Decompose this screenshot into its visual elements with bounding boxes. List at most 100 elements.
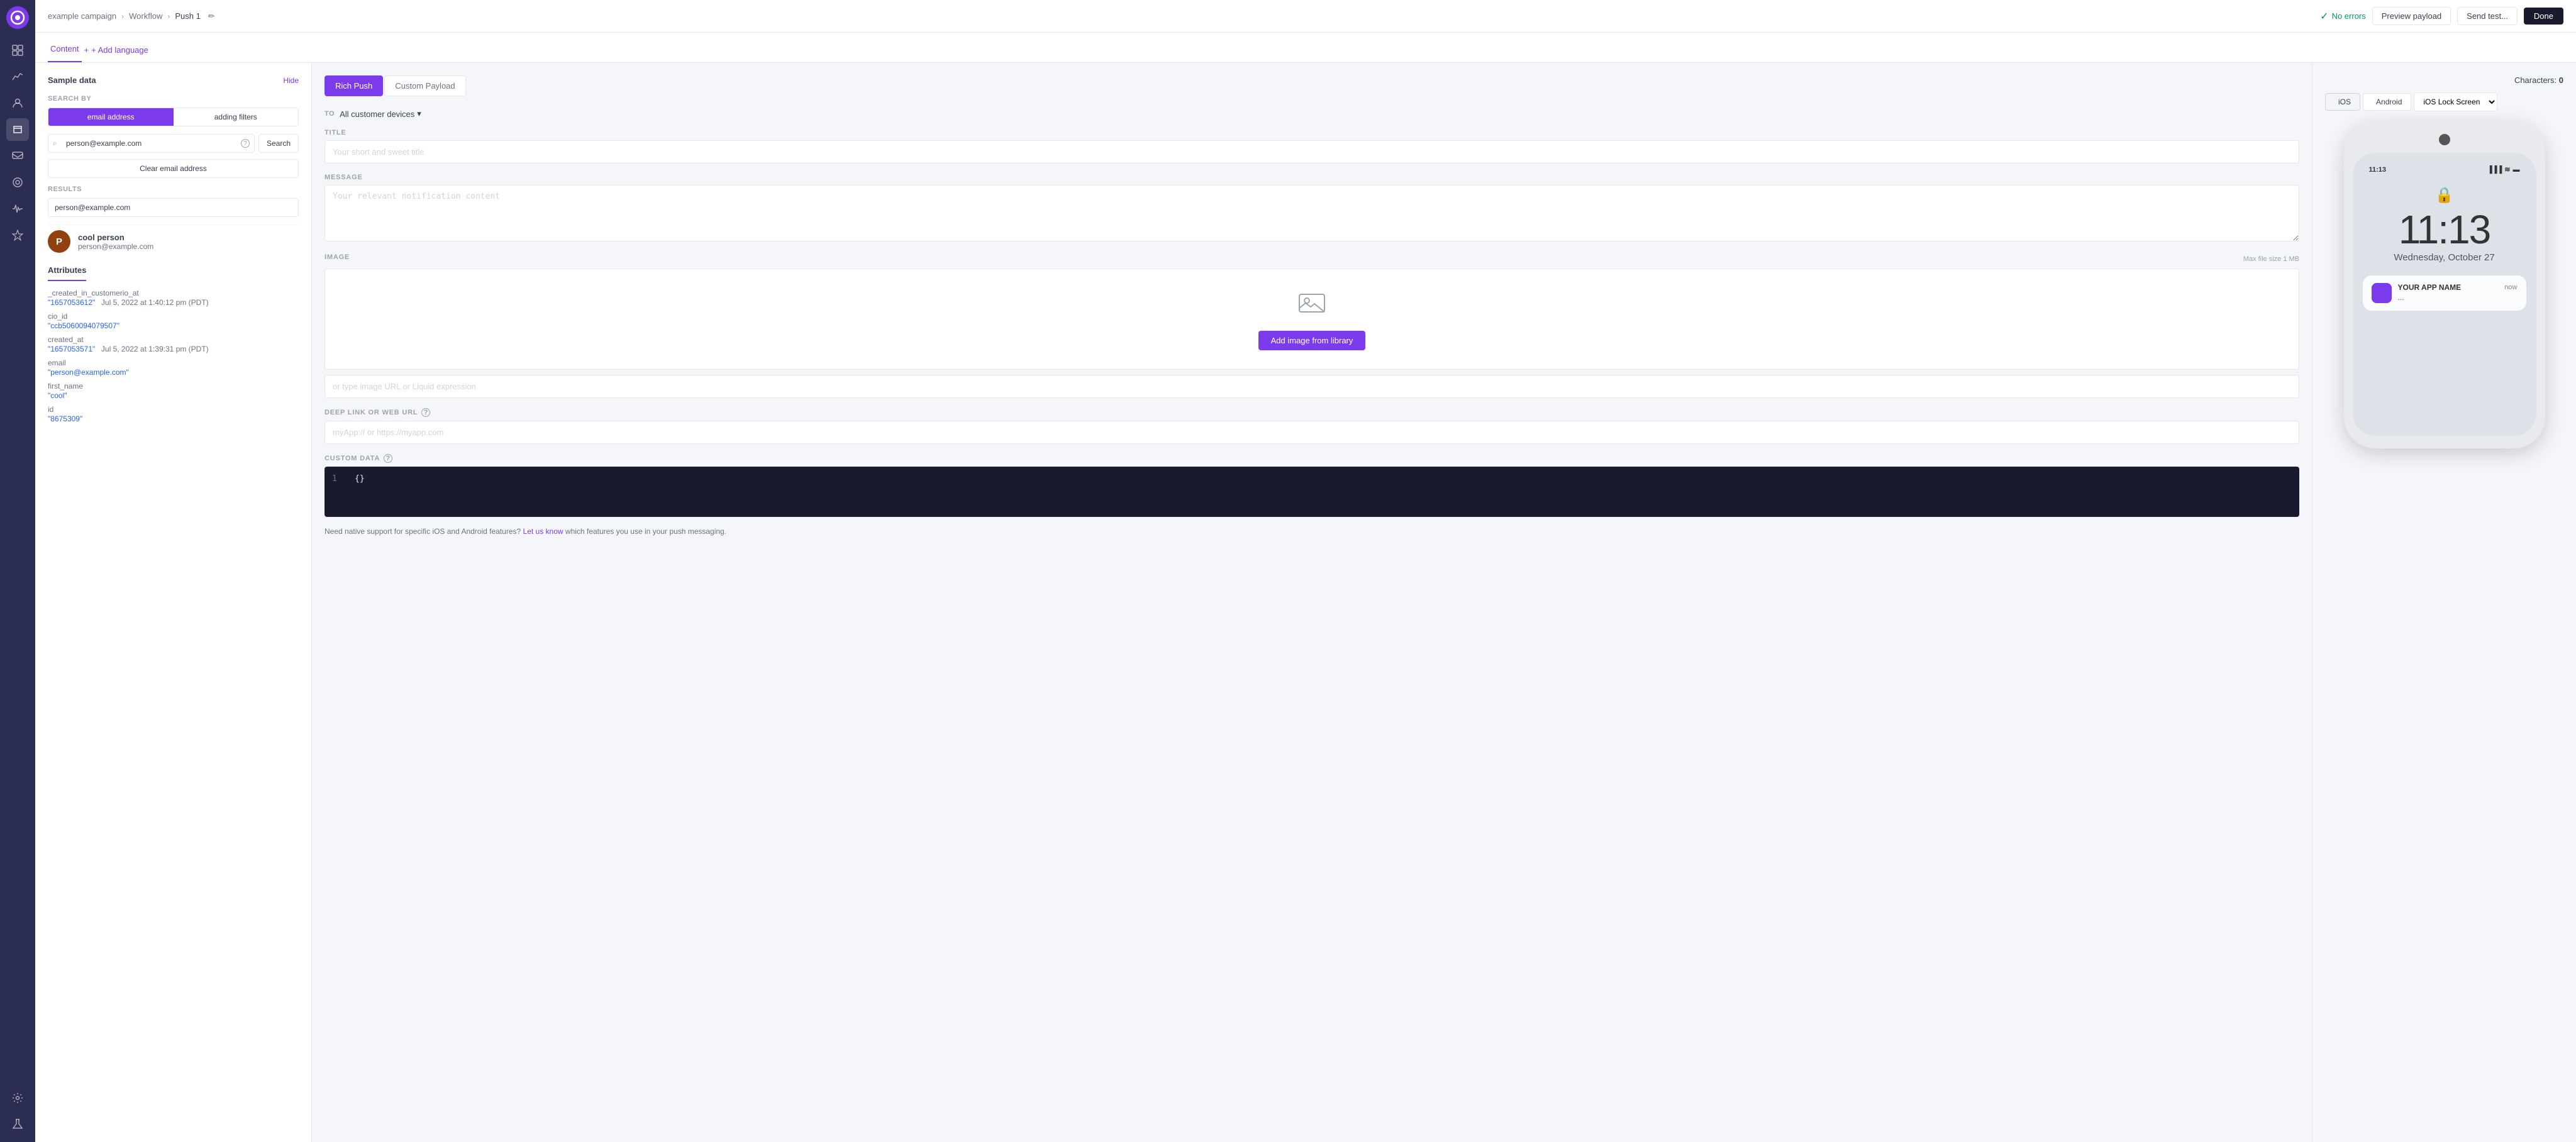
no-errors-status: ✓ No errors	[2320, 10, 2366, 23]
tab-custom-payload[interactable]: Custom Payload	[384, 75, 465, 96]
search-icon-left: ⌕	[53, 139, 57, 148]
search-input-wrap: ⌕ ?	[48, 134, 255, 153]
tab-content[interactable]: Content	[48, 36, 82, 62]
notif-time: now	[2504, 284, 2517, 291]
no-errors-label: No errors	[2332, 11, 2366, 21]
characters-label: Characters: 0	[2514, 75, 2563, 85]
sidebar-icon-integrations[interactable]	[6, 224, 29, 247]
image-section: IMAGE Max file size 1 MB Add image from …	[325, 253, 2299, 398]
tab-rich-push[interactable]: Rich Push	[325, 75, 383, 96]
search-button[interactable]: Search	[258, 134, 299, 153]
send-test-button[interactable]: Send test...	[2457, 7, 2518, 25]
search-input[interactable]	[48, 134, 255, 153]
search-by-tabs: email address adding filters	[48, 108, 299, 126]
notif-header: YOUR APP NAME now	[2398, 283, 2518, 292]
sidebar-icon-people[interactable]	[6, 92, 29, 114]
edit-name-button[interactable]: ✏	[208, 11, 215, 21]
message-textarea[interactable]	[325, 185, 2299, 241]
sidebar-icon-settings[interactable]	[6, 1087, 29, 1109]
phone-time-small: 11:13	[2369, 166, 2387, 174]
custom-data-label: CUSTOM DATA ?	[325, 454, 2299, 463]
user-email-display: person@example.com	[78, 242, 153, 251]
battery-icon: ▬	[2513, 166, 2520, 174]
preview-tab-android[interactable]: Android	[2363, 93, 2411, 111]
notif-app-name: YOUR APP NAME	[2398, 283, 2462, 292]
image-placeholder-icon	[338, 288, 2286, 323]
phone-screen: 11:13 ▐▐▐ ≋ ▬ 🔒 11:13 Wednesday, October…	[2353, 153, 2536, 436]
preview-tabs: iOS Android iOS Lock Screen	[2325, 92, 2563, 111]
to-bar: TO All customer devices ▾	[325, 109, 2299, 119]
breadcrumb-campaign[interactable]: example campaign	[48, 11, 116, 21]
sidebar-icon-analytics[interactable]	[6, 65, 29, 88]
sidebar-icon-dashboard[interactable]	[6, 39, 29, 62]
title-input[interactable]	[325, 140, 2299, 164]
tab-adding-filters[interactable]: adding filters	[174, 108, 299, 126]
sidebar-icon-messages[interactable]	[6, 145, 29, 167]
tab-email-address[interactable]: email address	[48, 108, 174, 126]
search-row: ⌕ ? Search	[48, 134, 299, 153]
preview-payload-button[interactable]: Preview payload	[2372, 7, 2451, 25]
sidebar-icon-campaigns[interactable]	[6, 118, 29, 141]
add-language-button[interactable]: + + Add language	[82, 38, 151, 62]
breadcrumb-sep-2: ›	[167, 12, 170, 21]
clear-email-button[interactable]: Clear email address	[48, 159, 299, 178]
plus-icon: +	[84, 45, 89, 55]
custom-data-help-icon[interactable]: ?	[384, 454, 392, 463]
notif-body: ...	[2398, 293, 2518, 302]
custom-data-editor[interactable]: 1 {}	[325, 467, 2299, 517]
header-actions: ✓ No errors Preview payload Send test...…	[2320, 7, 2563, 25]
lock-icon: 🔒	[2363, 186, 2526, 204]
sidebar-icon-lab[interactable]	[6, 1113, 29, 1136]
code-line-1: 1 {}	[332, 474, 2292, 484]
breadcrumb-workflow[interactable]: Workflow	[129, 11, 162, 21]
main-tab-row: Content + + Add language	[35, 33, 2576, 63]
notification-card: YOUR APP NAME now ...	[2363, 275, 2526, 311]
signal-icon: ▐▐▐	[2487, 166, 2502, 174]
attr-id: id "8675309"	[48, 405, 299, 423]
phone-status-bar: 11:13 ▐▐▐ ≋ ▬	[2363, 165, 2526, 174]
attr-created-at: created_at "1657053571" Jul 5, 2022 at 1…	[48, 335, 299, 353]
user-name: cool person	[78, 233, 153, 242]
sidebar	[0, 0, 35, 1142]
push-tabs: Rich Push Custom Payload	[325, 75, 2299, 96]
results-select[interactable]: person@example.com	[48, 198, 299, 217]
image-label-row: IMAGE Max file size 1 MB	[325, 253, 2299, 265]
app-logo[interactable]	[6, 6, 29, 29]
add-language-label: + Add language	[91, 45, 148, 55]
phone-time-large: 11:13	[2363, 209, 2526, 250]
main-row: Sample data Hide SEARCH BY email address…	[35, 63, 2576, 1142]
image-url-input[interactable]	[325, 375, 2299, 398]
message-label: MESSAGE	[325, 174, 2299, 181]
add-image-button[interactable]: Add image from library	[1258, 331, 1366, 350]
search-by-label: SEARCH BY	[48, 95, 299, 103]
custom-data-section: CUSTOM DATA ? 1 {}	[325, 454, 2299, 517]
to-devices[interactable]: All customer devices ▾	[340, 109, 421, 119]
sidebar-icon-activity[interactable]	[6, 197, 29, 220]
code-content: {}	[355, 474, 365, 484]
search-help-icon[interactable]: ?	[241, 139, 250, 148]
deep-link-input[interactable]	[325, 421, 2299, 444]
sample-data-title: Sample data	[48, 75, 96, 85]
sample-data-panel: Sample data Hide SEARCH BY email address…	[35, 63, 312, 1142]
done-button[interactable]: Done	[2524, 8, 2563, 25]
to-label: TO	[325, 110, 335, 118]
editor-panel: Rich Push Custom Payload TO All customer…	[312, 63, 2312, 1142]
chevron-down-icon: ▾	[417, 109, 421, 119]
image-upload-box[interactable]: Add image from library	[325, 269, 2299, 370]
message-field-section: MESSAGE	[325, 174, 2299, 243]
sidebar-icon-segments[interactable]	[6, 171, 29, 194]
preview-view-select[interactable]: iOS Lock Screen	[2414, 92, 2497, 111]
preview-top: Characters: 0	[2325, 75, 2563, 85]
hide-link[interactable]: Hide	[283, 76, 299, 85]
let-us-know-link[interactable]: Let us know	[523, 527, 564, 536]
attr-created: _created_in_customerio_at "1657053612" J…	[48, 289, 299, 307]
attr-email: email "person@example.com"	[48, 358, 299, 377]
sample-panel-header: Sample data Hide	[48, 75, 299, 85]
title-field-section: TITLE	[325, 129, 2299, 164]
breadcrumb-sep-1: ›	[121, 12, 124, 21]
preview-tab-ios[interactable]: iOS	[2325, 93, 2360, 111]
phone-mockup: 11:13 ▐▐▐ ≋ ▬ 🔒 11:13 Wednesday, October…	[2344, 121, 2545, 448]
deep-link-help-icon[interactable]: ?	[421, 408, 430, 417]
deep-link-label: DEEP LINK OR WEB URL ?	[325, 408, 2299, 417]
results-label: RESULTS	[48, 186, 299, 193]
